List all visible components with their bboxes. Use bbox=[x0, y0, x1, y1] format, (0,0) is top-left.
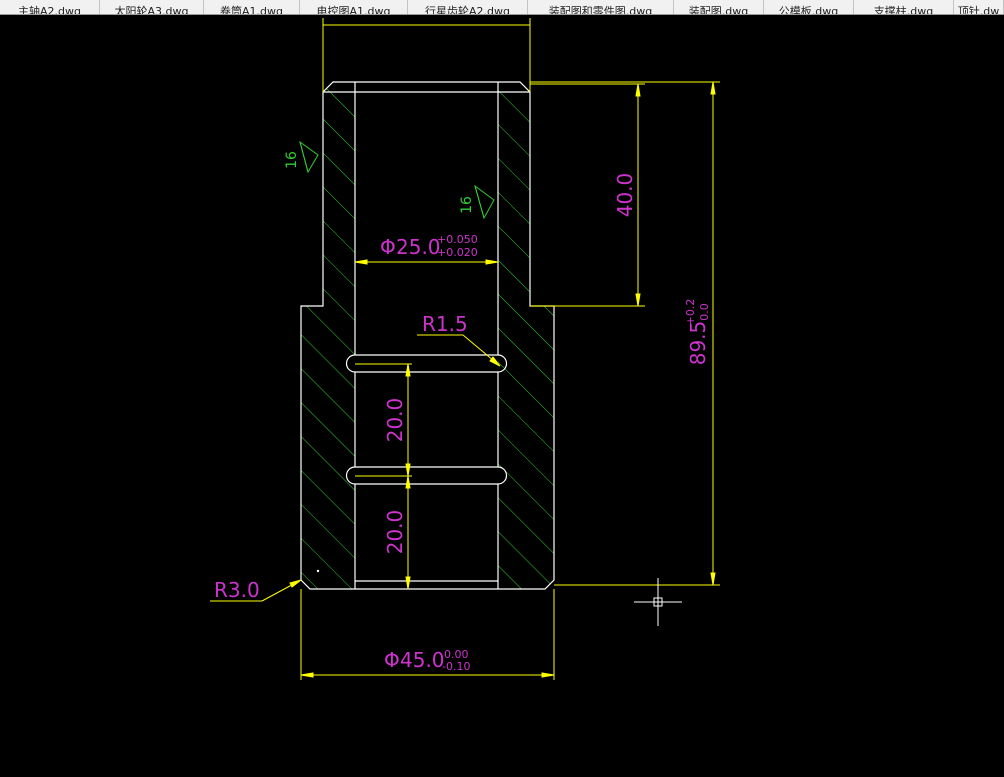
tab-support-column[interactable]: 支撑柱.dwg bbox=[854, 0, 954, 14]
dim-outer-diameter-value: 45.0 bbox=[400, 648, 445, 672]
dim-step-height: 40.0 bbox=[613, 173, 637, 218]
dim-outer-diameter-lower: -0.10 bbox=[442, 660, 470, 673]
dimension-texts: Φ 25.0 +0.050 +0.020 40.0 89.5 +0.2 0.0 … bbox=[214, 173, 711, 673]
tab-label: 主轴A2.dwg bbox=[18, 5, 81, 14]
dim-outer-diameter-symbol: Φ bbox=[384, 648, 400, 672]
dim-total-height-value: 89.5 bbox=[686, 321, 710, 366]
dim-inner-diameter-symbol: Φ bbox=[380, 235, 396, 259]
tab-ejector-pin[interactable]: 顶针.dw bbox=[954, 0, 1004, 14]
tab-drum[interactable]: 卷筒A1.dwg bbox=[204, 0, 300, 14]
tab-planet-gear[interactable]: 行星齿轮A2.dwg bbox=[408, 0, 528, 14]
tab-label: 卷筒A1.dwg bbox=[220, 5, 283, 14]
tab-electric-control[interactable]: 电控图A1.dwg bbox=[300, 0, 408, 14]
drawing-canvas[interactable]: 16 16 Φ 25.0 +0.050 +0.020 40.0 89.5 +0.… bbox=[0, 15, 1004, 773]
tab-assembly-and-parts[interactable]: 装配图和零件图.dwg bbox=[528, 0, 674, 14]
tab-label: 顶针.dw bbox=[957, 5, 1000, 14]
dim-total-height-upper: +0.2 bbox=[684, 299, 697, 326]
dim-groove-spacing-upper: 20.0 bbox=[383, 398, 407, 443]
tab-main-shaft[interactable]: 主轴A2.dwg bbox=[0, 0, 100, 14]
corner-point-marker bbox=[316, 569, 320, 573]
roughness-label-inner: 16 bbox=[459, 196, 475, 214]
cad-drawing[interactable]: 16 16 Φ 25.0 +0.050 +0.020 40.0 89.5 +0.… bbox=[0, 15, 1004, 773]
tab-label: 电控图A1.dwg bbox=[316, 5, 391, 14]
tab-label: 支撑柱.dwg bbox=[873, 5, 934, 14]
file-tab-bar: 主轴A2.dwg 太阳轮A3.dwg 卷筒A1.dwg 电控图A1.dwg 行星… bbox=[0, 0, 1004, 15]
dim-inner-diameter-value: 25.0 bbox=[396, 235, 441, 259]
roughness-label-outer: 16 bbox=[284, 151, 300, 169]
dim-inner-diameter-upper: +0.050 bbox=[437, 233, 478, 246]
tab-mold-plate[interactable]: 公模板.dwg bbox=[764, 0, 854, 14]
dim-radius-groove: R1.5 bbox=[422, 312, 468, 336]
tab-label: 行星齿轮A2.dwg bbox=[425, 5, 510, 14]
tab-assembly[interactable]: 装配图.dwg bbox=[674, 0, 764, 14]
tab-label: 装配图和零件图.dwg bbox=[548, 5, 653, 14]
tab-label: 公模板.dwg bbox=[778, 5, 839, 14]
dim-total-height-lower: 0.0 bbox=[698, 303, 711, 321]
tab-sun-gear[interactable]: 太阳轮A3.dwg bbox=[100, 0, 204, 14]
dim-groove-spacing-lower: 20.0 bbox=[383, 510, 407, 555]
tab-label: 装配图.dwg bbox=[688, 5, 749, 14]
dim-inner-diameter-lower: +0.020 bbox=[437, 246, 478, 259]
tab-label: 太阳轮A3.dwg bbox=[114, 5, 189, 14]
dim-radius-corner: R3.0 bbox=[214, 578, 260, 602]
